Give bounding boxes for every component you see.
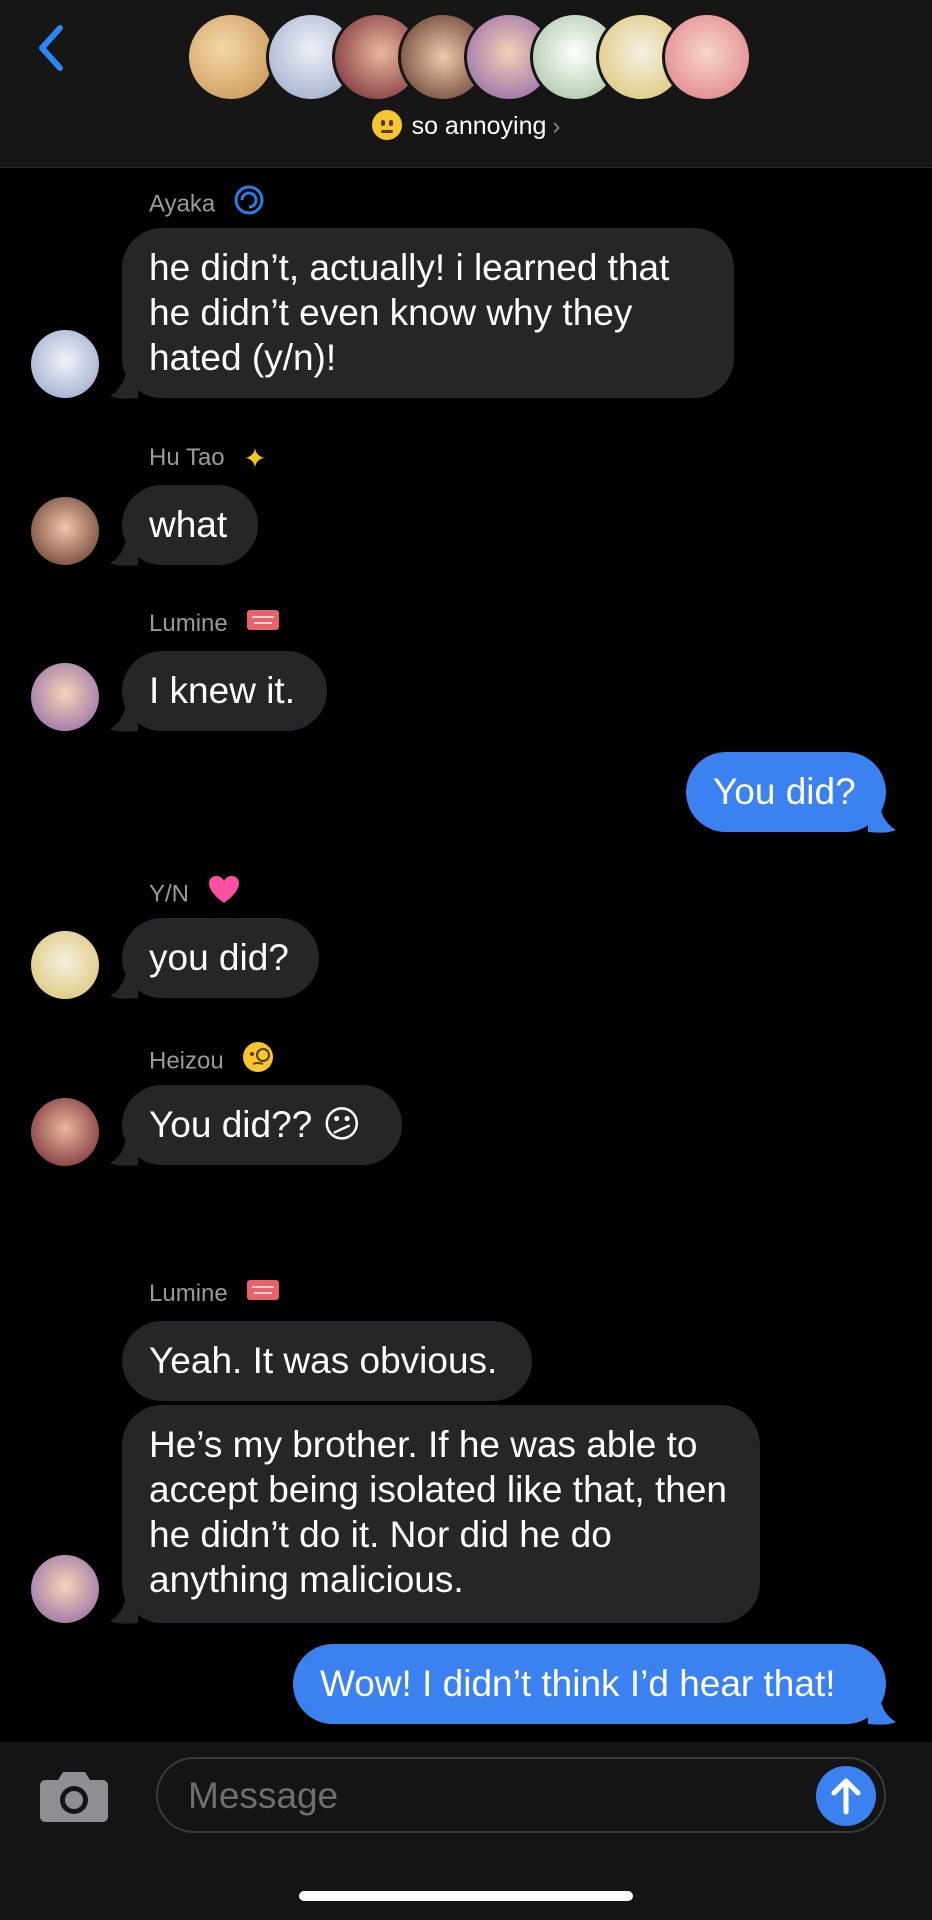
message-bubble[interactable]: I knew it. [122,651,327,731]
bubble-tail [110,703,138,732]
admit-one-ticket-icon [246,1278,280,1312]
avatar[interactable] [31,1555,99,1623]
avatar[interactable] [31,497,99,565]
sender-name: Heizou [149,1041,274,1075]
sender-name: Hu Tao ✦ [149,442,267,474]
message-bubble[interactable]: what [122,485,258,565]
sender-name: Lumine [149,607,280,641]
face-with-monocle-icon [242,1041,274,1083]
bubble-tail [110,1595,138,1624]
camera-button[interactable] [38,1768,110,1824]
message-bubble[interactable]: Wow! I didn’t think I’d hear that! [293,1644,886,1724]
chevron-left-icon [39,25,63,71]
send-button[interactable] [816,1766,876,1826]
message-bubble[interactable]: You did? [686,752,886,832]
avatar[interactable] [31,1098,99,1166]
group-name-label: so annoying [411,112,547,140]
avatar[interactable] [31,931,99,999]
sender-name: Lumine [149,1277,280,1311]
cyclone-icon [234,185,264,225]
camera-icon [40,1772,108,1822]
message-field[interactable] [156,1757,886,1833]
avatar[interactable] [31,330,99,398]
message-bubble[interactable]: You did?? 😕 [122,1085,402,1165]
bubble-tail [110,1137,138,1166]
message-bubble[interactable]: He’s my brother. If he was able to accep… [122,1405,760,1623]
bubble-tail [110,537,138,566]
back-button[interactable] [30,20,74,80]
group-title[interactable]: so annoying › [0,110,932,141]
admit-one-ticket-icon [246,608,280,642]
avatar [186,12,276,102]
sender-name: Y/N [149,875,240,909]
message-bubble[interactable]: you did? [122,918,319,998]
message-bubble[interactable]: Yeah. It was obvious. [122,1321,532,1401]
message-input[interactable] [188,1774,748,1818]
message-bubble[interactable]: he didn’t, actually! i learned that he d… [122,228,734,398]
conversation-header: so annoying › [0,0,932,168]
neutral-face-icon [371,110,402,140]
sender-name: Ayaka [149,185,264,219]
bubble-tail [868,1696,896,1725]
bubble-tail [110,370,138,399]
arrow-up-icon [831,1778,861,1815]
chevron-right-icon: › [552,113,561,140]
home-indicator[interactable] [299,1891,633,1901]
avatar[interactable] [31,663,99,731]
bubble-tail [110,970,138,999]
pink-heart-icon [208,875,240,915]
avatar [662,12,752,102]
sparkles-icon: ✦ [243,442,267,474]
bubble-tail [868,804,896,833]
group-avatars[interactable] [186,12,752,104]
